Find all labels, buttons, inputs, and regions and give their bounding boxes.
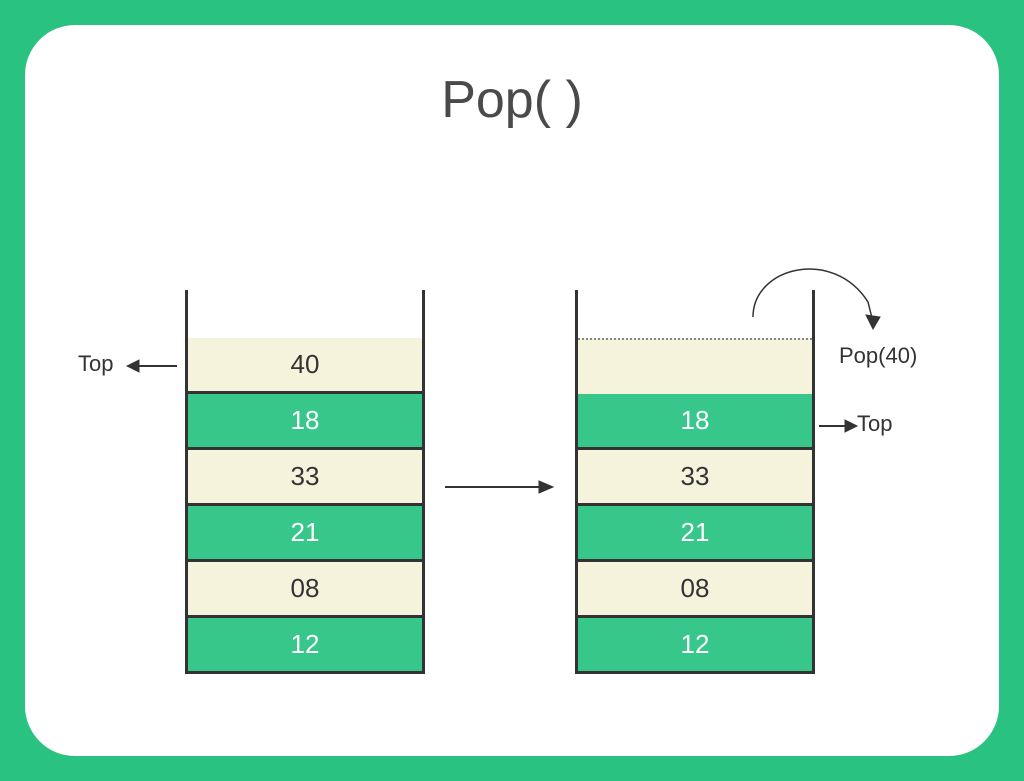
- stack-cell: 08: [188, 562, 422, 618]
- stack-open-top: [188, 290, 422, 338]
- stack-cell: 18: [188, 394, 422, 450]
- diagram-title: Pop( ): [441, 70, 583, 130]
- stack-cell: 33: [578, 450, 812, 506]
- diagram-canvas: Pop( ) 40 18 33 21 08 12 18 33 21 08 12 …: [25, 25, 999, 756]
- pop-arrow-icon: [743, 257, 903, 367]
- top-label-before: Top: [78, 351, 113, 377]
- transition-arrow-icon: [445, 480, 555, 494]
- stack-cell: 40: [188, 338, 422, 394]
- top-label-after: Top: [857, 411, 892, 437]
- stack-cell: 12: [578, 618, 812, 674]
- stack-cell: 21: [578, 506, 812, 562]
- stack-cell: 18: [578, 394, 812, 450]
- stack-cell: 08: [578, 562, 812, 618]
- stack-cell: 33: [188, 450, 422, 506]
- stack-cell: 12: [188, 618, 422, 674]
- arrow-right-icon: [819, 419, 859, 433]
- stack-before: 40 18 33 21 08 12: [185, 290, 425, 674]
- stack-cell: 21: [188, 506, 422, 562]
- arrow-left-icon: [127, 359, 177, 373]
